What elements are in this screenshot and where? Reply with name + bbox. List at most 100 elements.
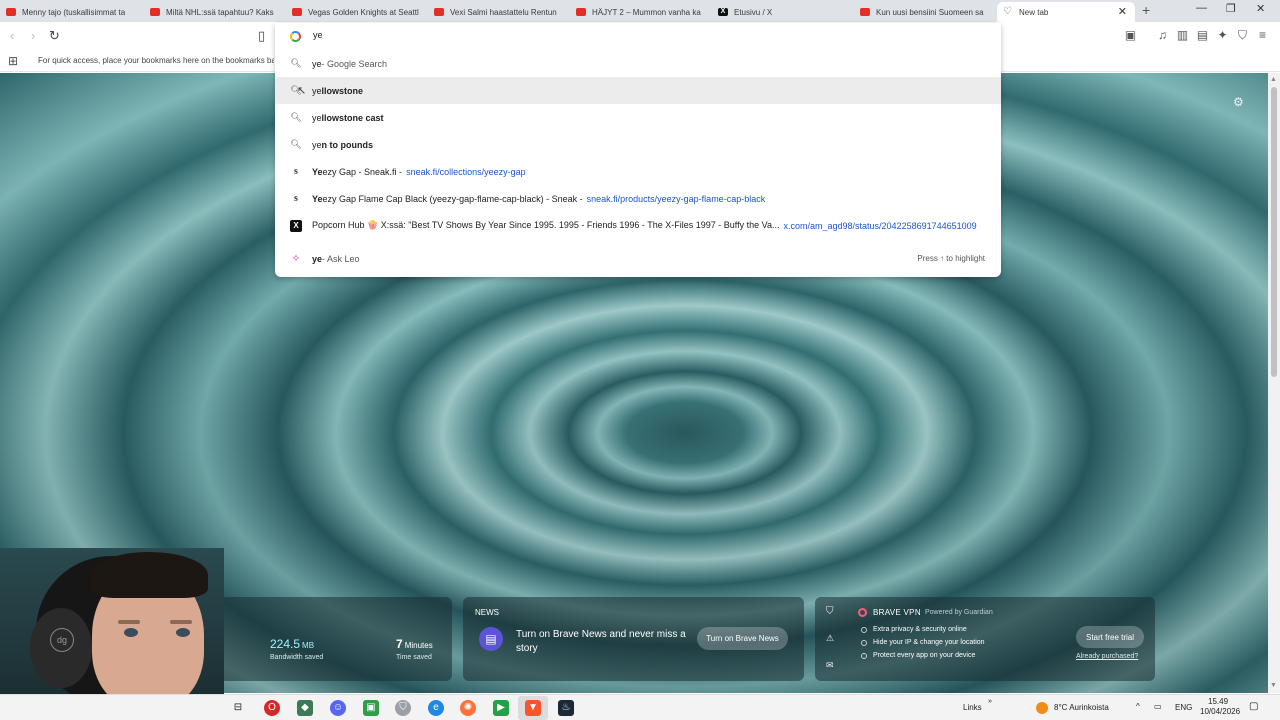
suggestion-ask-leo[interactable]: ✧ ye - Ask Leo Press ↑ to highlight [275,245,1001,272]
scrollbar[interactable] [1268,73,1280,693]
suggestion-history[interactable]: s Ye ezy Gap - Sneak.fi - sneak.fi/collec… [275,158,1001,185]
tab-7[interactable]: Kun uusi bensiini Suomeen sa [854,2,996,22]
sun-icon [1036,702,1048,714]
youtube-icon [292,8,302,16]
tab-new-tab-active[interactable]: ♡ New tab ✕ [997,2,1135,22]
suggestion-url: sneak.fi/products/yeezy-gap-flame-cap-bl… [586,193,766,204]
notification-icon[interactable]: ▢ [1249,701,1258,712]
clock-time[interactable]: 15.49 [1208,697,1228,706]
opera-icon[interactable]: O [264,700,280,716]
task-view-icon[interactable]: ⊟ [230,700,246,716]
vpn-logo-icon [858,608,867,617]
mail-icon[interactable]: ✉ [826,660,834,671]
address-bar-input[interactable] [313,30,913,40]
play-icon[interactable]: ▶ [493,700,509,716]
links-toolbar[interactable]: Links [963,703,982,712]
chevron-up-icon[interactable]: ^ [1136,702,1140,711]
network-icon[interactable]: ▭ [1154,702,1162,711]
steam-icon[interactable]: ♨ [558,700,574,716]
new-tab-plus-icon[interactable]: + [1142,2,1150,18]
minimize-icon[interactable]: — [1196,2,1207,14]
vpn-shield-icon[interactable]: ⛉ [1236,29,1249,42]
firefox-icon[interactable]: ✺ [460,700,476,716]
restore-icon[interactable]: ❐ [1226,2,1236,15]
scrollbar-thumb[interactable] [1271,87,1277,377]
suggestion-url: sneak.fi/collections/yeezy-gap [406,166,526,177]
edge-icon[interactable]: e [428,700,444,716]
suggestion-item[interactable]: 🔍︎ ye llowstone cast [275,104,1001,131]
youtube-icon [6,8,16,16]
webcam-headset-logo: dg [50,628,74,652]
tab-4[interactable]: Vexi Salmi haastattelu Rentun [428,2,570,22]
tab-title: Kun uusi bensiini Suomeen sa [876,7,984,17]
omnibox-input-row [275,23,1001,50]
omnibox-dropdown: 🔍︎ ye - Google Search 🔍︎ yellowstone 🔍︎ … [275,23,1001,277]
brave-browser-icon[interactable]: ▼ [525,700,541,716]
suggestion-history[interactable]: s Ye ezy Gap Flame Cap Black (yeezy-gap-f… [275,185,1001,212]
tab-5[interactable]: HÄJYT 2 – Mummon vanha ka [570,2,712,22]
tab-1[interactable]: Menny tajo (tuskallisimmat ta [0,2,142,22]
tab-2[interactable]: Miltä NHL:ssä tapahtuu? Kaks [144,2,286,22]
reload-icon[interactable]: ↻ [49,28,60,44]
tab-title: Vegas Golden Knights at Seattl [308,7,419,17]
bandwidth-number: 224.5 [270,637,301,651]
forward-icon[interactable]: › [31,28,35,43]
suggestion-google-search[interactable]: 🔍︎ ye - Google Search [275,50,1001,77]
leo-icon[interactable]: ✦ [1216,29,1229,42]
shield-app-icon[interactable]: ⛉ [395,700,411,716]
suggestion-history[interactable]: X Popcorn Hub 🍿 X:ssä: "Best TV Shows By… [275,212,1001,239]
tab-3[interactable]: Vegas Golden Knights at Seattl [286,2,428,22]
check-circle-icon [861,626,867,633]
turn-on-news-button[interactable]: Turn on Brave News [697,627,788,650]
bandwidth-label: Bandwidth saved [270,654,324,661]
scroll-down-icon[interactable]: ▼ [1270,682,1277,689]
media-icon[interactable]: ♫ [1156,29,1169,42]
tab-strip: Menny tajo (tuskallisimmat ta Miltä NHL:… [0,0,1280,22]
settings-gear-icon[interactable]: ⚙ [1233,95,1244,109]
wallet-icon[interactable]: ▤ [1196,29,1209,42]
discord-icon[interactable]: ☺ [330,700,346,716]
start-free-trial-button[interactable]: Start free trial [1076,626,1144,648]
weather-text[interactable]: 8°C Aurinkoista [1054,703,1109,712]
app-icon[interactable]: ◆ [297,700,313,716]
chevron-double-icon[interactable]: » [988,698,992,705]
suggestion-item[interactable]: 🔍︎ ye n to pounds [275,131,1001,158]
google-icon [290,31,301,42]
sneak-icon: s [294,193,298,204]
suggestion-item[interactable]: 🔍︎ ye llowstone [275,77,1001,104]
already-purchased-link[interactable]: Already purchased? [1076,653,1138,660]
vpn-feature: Protect every app on your device [861,652,975,659]
clock-date[interactable]: 10/04/2026 [1200,707,1240,716]
brave-vpn-widget: ⛉ ⚠ ✉ BRAVE VPN Powered by Guardian Extr… [815,597,1155,681]
chat-app-icon[interactable]: ▣ [363,700,379,716]
vpn-feature: Hide your IP & change your location [861,639,985,646]
window-close-icon[interactable]: ✕ [1256,2,1265,15]
suggestion-completion: llowstone [321,85,364,96]
vpn-shield-icon[interactable]: ⛉ [826,606,834,617]
scroll-up-icon[interactable]: ▲ [1270,76,1277,83]
warning-icon[interactable]: ⚠ [826,633,834,644]
search-icon: 🔍︎ [290,112,302,122]
tab-6[interactable]: X Etusivu / X [712,2,854,22]
back-icon[interactable]: ‹ [10,28,14,43]
close-tab-icon[interactable]: ✕ [1118,5,1127,18]
sidebar-icon[interactable]: ▥ [1176,29,1189,42]
taskbar: ⊟ O ◆ ☺ ▣ ⛉ e ✺ ▶ ▼ ♨ Links » 8°C Aurink… [0,694,1280,720]
tab-title: Vexi Salmi haastattelu Rentun [450,7,557,17]
vpn-feature: Extra privacy & security online [861,626,967,633]
suggestion-completion: n to pounds [321,139,374,150]
bookmark-icon[interactable]: ▯ [258,28,265,44]
leo-hint: Press ↑ to highlight [917,254,985,263]
page-action-icon[interactable]: ▣ [1124,29,1137,42]
language-indicator[interactable]: ENG [1175,703,1192,712]
x-icon: X [718,8,728,16]
tab-title: Menny tajo (tuskallisimmat ta [22,7,126,17]
suggestion-typed: ye [312,112,322,123]
apps-grid-icon[interactable]: ⊞ [8,54,18,68]
suggestion-suffix: - Ask Leo [322,253,360,264]
vpn-powered-by: Powered by Guardian [925,609,993,616]
suggestion-completion: llowstone cast [321,112,384,123]
search-icon: 🔍︎ [290,58,302,68]
privacy-stats-widget: 224.5 MB Bandwidth saved 7 Minutes Time sa… [220,597,452,681]
menu-icon[interactable]: ≡ [1256,29,1269,42]
